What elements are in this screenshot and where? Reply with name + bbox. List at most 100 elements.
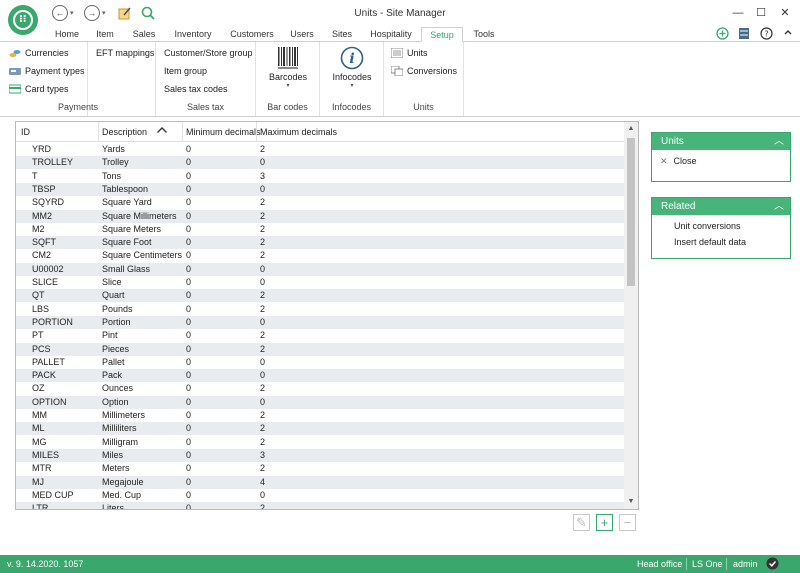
ribbon-group-sales-tax: Customer/Store group Item group Sales ta… — [156, 42, 256, 116]
table-row[interactable]: OZ Ounces 0 2 — [16, 382, 624, 395]
table-row[interactable]: SQFT Square Foot 0 2 — [16, 236, 624, 250]
tab-sales[interactable]: Sales — [129, 27, 159, 42]
cell-description: Trolley — [102, 157, 129, 168]
chevron-up-icon[interactable]: ︿ — [774, 198, 784, 215]
insert-default-data-link[interactable]: Insert default data — [674, 237, 746, 247]
tab-tools[interactable]: Tools — [470, 27, 498, 42]
table-row[interactable]: PORTION Portion 0 0 — [16, 315, 624, 329]
related-panel-header[interactable]: Related ︿ — [652, 198, 790, 215]
cell-id: LBS — [32, 303, 50, 314]
tab-setup[interactable]: Setup — [421, 27, 463, 42]
app-logo: ⁝⁝ — [8, 5, 38, 35]
conversions-button[interactable]: Conversions — [390, 65, 457, 77]
table-row[interactable]: TROLLEY Trolley 0 0 — [16, 156, 624, 170]
column-header-max-decimals[interactable]: Maximum decimals — [260, 127, 337, 137]
edit-button[interactable]: ✎ — [573, 514, 590, 531]
tab-item[interactable]: Item — [92, 27, 118, 42]
cell-min-decimals: 0 — [186, 503, 192, 510]
grid-scrollbar[interactable]: ▲ ▼ — [624, 122, 638, 509]
units-panel-header[interactable]: Units ︿ — [652, 133, 790, 150]
close-window-button[interactable]: ✕ — [775, 4, 795, 22]
table-row[interactable]: PACK Pack 0 0 — [16, 369, 624, 383]
table-row[interactable]: MED CUP Med. Cup 0 0 — [16, 489, 624, 502]
table-row[interactable]: MJ Megajoule 0 4 — [16, 475, 624, 489]
item-group-button[interactable]: Item group — [164, 66, 207, 76]
eft-mappings-button[interactable]: EFT mappings — [96, 48, 154, 58]
table-row[interactable]: MILES Miles 0 3 — [16, 448, 624, 462]
table-row[interactable]: MG Milligram 0 2 — [16, 436, 624, 449]
table-row[interactable]: MM2 Square Millimeters 0 2 — [16, 209, 624, 223]
table-row[interactable]: LTR Liters 0 2 — [16, 502, 624, 510]
maximize-button[interactable]: ☐ — [751, 4, 771, 22]
payment-types-button[interactable]: Payment types — [9, 66, 85, 76]
currencies-button[interactable]: Currencies — [9, 48, 69, 58]
column-header-description[interactable]: Description — [102, 127, 147, 137]
table-row[interactable]: QT Quart 0 2 — [16, 289, 624, 303]
barcodes-button[interactable]: Barcodes ▾ — [256, 46, 320, 89]
cell-id: MG — [32, 436, 47, 447]
cell-min-decimals: 0 — [186, 157, 192, 168]
table-row[interactable]: LBS Pounds 0 2 — [16, 303, 624, 316]
table-row[interactable]: CM2 Square Centimeters 0 2 — [16, 249, 624, 262]
tab-inventory[interactable]: Inventory — [170, 27, 216, 42]
infocodes-dropdown-icon: ▾ — [350, 83, 354, 89]
table-row[interactable]: PCS Pieces 0 2 — [16, 342, 624, 356]
customer-store-group-button[interactable]: Customer/Store group — [164, 48, 253, 58]
cell-max-decimals: 2 — [260, 210, 266, 221]
tab-customers[interactable]: Customers — [228, 27, 276, 42]
tab-hospitality[interactable]: Hospitality — [367, 27, 415, 42]
add-button[interactable]: + — [596, 514, 613, 531]
table-row[interactable]: PT Pint 0 2 — [16, 329, 624, 342]
units-button[interactable]: Units — [390, 47, 428, 59]
cell-id: TBSP — [32, 183, 56, 194]
card-types-button[interactable]: Card types — [8, 84, 69, 94]
table-row[interactable]: M2 Square Meters 0 2 — [16, 223, 624, 236]
table-row[interactable]: ML Milliliters 0 2 — [16, 422, 624, 436]
sales-tax-codes-button[interactable]: Sales tax codes — [164, 84, 228, 94]
table-row[interactable]: SLICE Slice 0 0 — [16, 276, 624, 289]
collapse-ribbon-icon[interactable] — [781, 26, 795, 40]
cell-id: MM — [32, 410, 47, 420]
cell-min-decimals: 0 — [186, 356, 192, 367]
tab-sites[interactable]: Sites — [329, 27, 355, 42]
help-icon[interactable]: ? — [759, 26, 773, 40]
scroll-down-icon[interactable]: ▼ — [624, 495, 638, 509]
table-row[interactable]: TBSP Tablespoon 0 0 — [16, 182, 624, 196]
database-icon[interactable] — [737, 26, 751, 40]
add-site-icon[interactable] — [715, 26, 729, 40]
table-row[interactable]: T Tons 0 3 — [16, 170, 624, 183]
table-row[interactable]: SQYRD Square Yard 0 2 — [16, 196, 624, 209]
minimize-button[interactable]: — — [728, 4, 748, 22]
column-header-min-decimals[interactable]: Minimum decimals — [186, 127, 261, 137]
units-grid[interactable]: ID Description Minimum decimals Maximum … — [15, 121, 639, 510]
cell-max-decimals: 2 — [260, 343, 266, 354]
table-row[interactable]: MM Millimeters 0 2 — [16, 409, 624, 422]
cell-max-decimals: 0 — [260, 489, 266, 500]
infocodes-group-label: Infocodes — [331, 102, 372, 112]
table-row[interactable]: PALLET Pallet 0 0 — [16, 356, 624, 369]
table-row[interactable]: YRD Yards 0 2 — [16, 143, 624, 156]
cell-description: Square Meters — [102, 223, 162, 234]
tab-home[interactable]: Home — [52, 27, 82, 42]
cell-description: Pounds — [102, 303, 133, 314]
table-row[interactable]: U00002 Small Glass 0 0 — [16, 262, 624, 276]
remove-button[interactable]: − — [619, 514, 636, 531]
cell-id: LTR — [32, 503, 49, 510]
unit-conversions-link[interactable]: Unit conversions — [674, 221, 741, 231]
cell-max-decimals: 0 — [260, 263, 266, 274]
cell-min-decimals: 0 — [186, 290, 192, 301]
cell-max-decimals: 3 — [260, 449, 266, 460]
card-types-icon — [8, 84, 22, 94]
scroll-thumb[interactable] — [627, 138, 635, 286]
table-row[interactable]: MTR Meters 0 2 — [16, 462, 624, 475]
infocodes-button[interactable]: i Infocodes ▾ — [320, 46, 384, 89]
cell-id: ML — [32, 423, 45, 434]
cell-description: Square Millimeters — [102, 210, 177, 221]
scroll-up-icon[interactable]: ▲ — [624, 122, 638, 136]
tab-users[interactable]: Users — [288, 27, 316, 42]
close-link[interactable]: ✕ Close — [660, 156, 697, 167]
chevron-up-icon[interactable]: ︿ — [774, 133, 784, 150]
column-header-id[interactable]: ID — [21, 127, 30, 137]
table-row[interactable]: OPTION Option 0 0 — [16, 395, 624, 409]
cell-max-decimals: 2 — [260, 250, 266, 261]
